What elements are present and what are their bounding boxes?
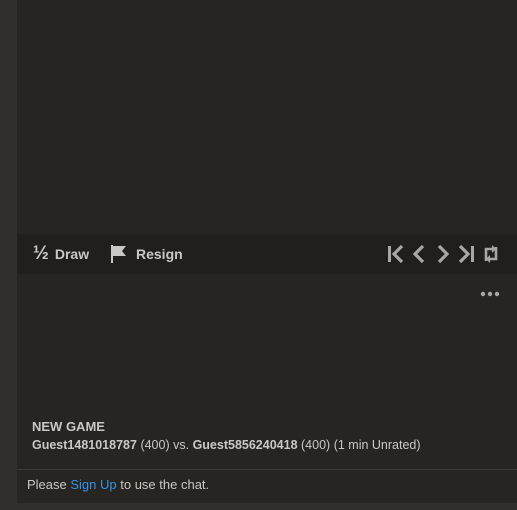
move-list-area bbox=[17, 0, 517, 234]
move-navigation bbox=[385, 243, 501, 265]
draw-button[interactable]: ½ Draw bbox=[33, 244, 89, 264]
game-players-line: Guest1481018787 (400) vs. Guest585624041… bbox=[32, 438, 421, 452]
vs-text: vs. bbox=[173, 438, 190, 452]
footer-prefix: Please bbox=[27, 477, 67, 492]
half-icon: ½ bbox=[33, 243, 49, 264]
skip-to-end-icon[interactable] bbox=[457, 243, 477, 265]
white-player-name: Guest1481018787 bbox=[32, 438, 137, 452]
chevron-left-icon[interactable] bbox=[409, 243, 429, 265]
flag-icon bbox=[111, 245, 126, 263]
chat-footer: Please Sign Up to use the chat. bbox=[27, 477, 209, 492]
footer-suffix: to use the chat. bbox=[120, 477, 210, 492]
chevron-right-icon[interactable] bbox=[433, 243, 453, 265]
game-info: (1 min Unrated) bbox=[333, 438, 421, 452]
page-bottom-strip bbox=[0, 503, 517, 510]
draw-label: Draw bbox=[54, 246, 90, 262]
game-panel: ½ Draw Resign NEW GAME Guest1481018787 (… bbox=[17, 0, 517, 503]
black-player-name: Guest5856240418 bbox=[192, 438, 298, 452]
skip-to-start-icon[interactable] bbox=[385, 243, 405, 265]
resign-label: Resign bbox=[136, 246, 183, 262]
black-player-rating: (400) bbox=[301, 438, 331, 452]
game-title: NEW GAME bbox=[32, 419, 105, 434]
flip-board-icon[interactable] bbox=[481, 243, 501, 265]
game-controls-bar: ½ Draw Resign bbox=[17, 234, 517, 274]
more-dots-icon[interactable] bbox=[479, 286, 501, 302]
sign-up-link[interactable]: Sign Up bbox=[70, 477, 116, 492]
chat-area: NEW GAME Guest1481018787 (400) vs. Guest… bbox=[17, 274, 517, 469]
chat-divider bbox=[17, 469, 517, 470]
resign-button[interactable]: Resign bbox=[109, 244, 183, 264]
white-player-rating: (400) bbox=[140, 438, 170, 452]
